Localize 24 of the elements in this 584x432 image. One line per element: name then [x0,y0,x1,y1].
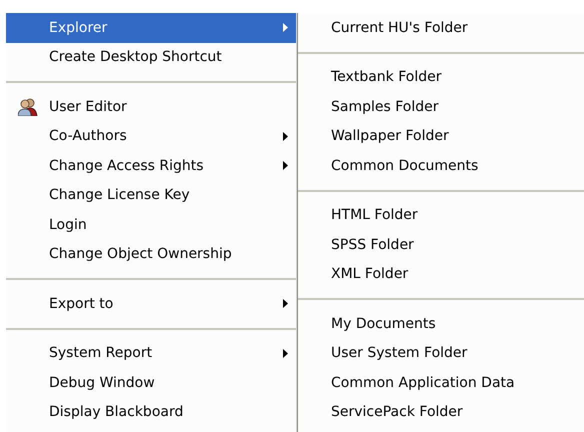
menu-item[interactable]: Export to [6,289,296,318]
menu-item[interactable]: Textbank Folder [298,62,584,92]
menu-item[interactable]: HTML Folder [298,200,584,230]
menu-item[interactable]: Change Access Rights [6,151,296,180]
menu-item[interactable]: XML Folder [298,260,584,289]
menu-item[interactable]: User Editor [6,92,296,122]
menu-item[interactable]: Samples Folder [298,92,584,122]
menu-item[interactable]: Common Documents [298,151,584,180]
menu-item[interactable]: Explorer [6,13,296,42]
menu-item[interactable]: Display Blackboard [6,398,296,427]
menu-item[interactable]: User System Folder [298,338,584,368]
menu-item[interactable]: Wallpaper Folder [298,122,584,151]
menu-item[interactable]: Change License Key [6,180,296,210]
menu-item[interactable]: Common Application Data [298,368,584,398]
menu-item[interactable]: SPSS Folder [298,230,584,260]
menu-item[interactable]: Co-Authors [6,122,296,151]
menu-item[interactable]: Login [6,210,296,240]
menu-item[interactable]: Change Object Ownership [6,240,296,269]
menu-item[interactable]: ServicePack Folder [298,398,584,427]
menu-item[interactable]: Current HU's Folder [298,13,584,42]
menu-item[interactable]: System Report [6,338,296,368]
menu-item[interactable]: My Documents [298,309,584,338]
menu-item[interactable]: Create Desktop Shortcut [6,42,296,72]
menu-item[interactable]: Debug Window [6,368,296,398]
